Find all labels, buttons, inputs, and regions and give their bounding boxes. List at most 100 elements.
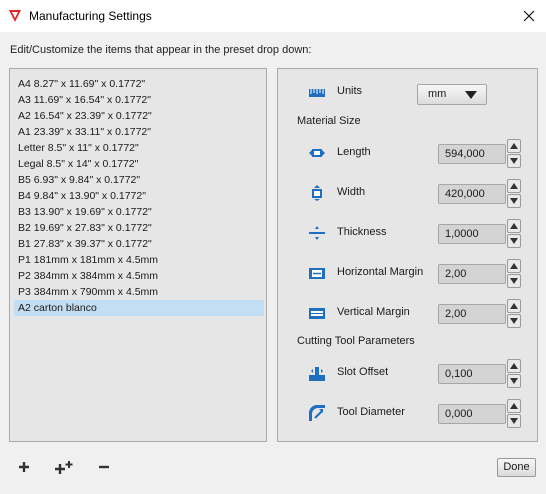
thickness-row: Thickness 1,0000	[278, 218, 537, 248]
slot-offset-label: Slot Offset	[337, 366, 389, 378]
horizontal-margin-input[interactable]: 2,00	[438, 264, 506, 284]
increment-button[interactable]	[507, 299, 521, 313]
preset-list-item[interactable]: A3 11.69" x 16.54" x 0.1772"	[14, 92, 264, 108]
arrow-up-icon	[510, 403, 518, 409]
window-title: Manufacturing Settings	[29, 9, 152, 23]
horizontal-margin-icon	[309, 268, 325, 279]
add-preset-button[interactable]	[13, 456, 35, 478]
decrement-button[interactable]	[507, 374, 521, 388]
decrement-button[interactable]	[507, 234, 521, 248]
tool-diameter-label: Tool Diameter	[337, 406, 405, 418]
preset-list-item[interactable]: B2 19.69" x 27.83" x 0.1772"	[14, 220, 264, 236]
length-label: Length	[337, 146, 371, 158]
width-label: Width	[337, 186, 366, 198]
arrow-down-icon	[510, 418, 518, 424]
slot-offset-icon	[309, 367, 325, 381]
horizontal-margin-label: Horizontal Margin	[337, 266, 424, 278]
add-icon	[19, 462, 29, 472]
thickness-stepper	[507, 219, 521, 248]
thickness-label: Thickness	[337, 226, 387, 238]
arrow-down-icon	[510, 378, 518, 384]
vertical-margin-label: Vertical Margin	[337, 306, 410, 318]
decrement-button[interactable]	[507, 414, 521, 428]
increment-button[interactable]	[507, 139, 521, 153]
decrement-button[interactable]	[507, 314, 521, 328]
preset-list-item[interactable]: A2 16.54" x 23.39" x 0.1772"	[14, 108, 264, 124]
increment-button[interactable]	[507, 219, 521, 233]
arrow-up-icon	[510, 263, 518, 269]
slot-offset-row: Slot Offset 0,100	[278, 358, 537, 388]
preset-list-item[interactable]: P3 384mm x 790mm x 4.5mm	[14, 284, 264, 300]
thickness-icon	[309, 226, 325, 240]
done-button[interactable]: Done	[497, 458, 536, 477]
arrow-down-icon	[510, 278, 518, 284]
vertical-margin-input[interactable]: 2,00	[438, 304, 506, 324]
arrow-up-icon	[510, 223, 518, 229]
preset-list-item[interactable]: A2 carton blanco	[14, 300, 264, 316]
arrow-down-icon	[510, 198, 518, 204]
length-row: Length 594,000	[278, 138, 537, 168]
width-icon	[312, 185, 322, 201]
increment-button[interactable]	[507, 259, 521, 273]
units-value: mm	[428, 88, 447, 100]
preset-list[interactable]: A4 8.27" x 11.69" x 0.1772" A3 11.69" x 1…	[14, 76, 264, 316]
width-row: Width 420,000	[278, 178, 537, 208]
remove-preset-button[interactable]	[93, 456, 115, 478]
app-logo-icon	[9, 10, 21, 22]
arrow-up-icon	[510, 303, 518, 309]
preset-list-item[interactable]: P1 181mm x 181mm x 4.5mm	[14, 252, 264, 268]
increment-button[interactable]	[507, 179, 521, 193]
horizontal-margin-stepper	[507, 259, 521, 288]
increment-button[interactable]	[507, 359, 521, 373]
units-row: Units	[278, 77, 537, 107]
tool-diameter-stepper	[507, 399, 521, 428]
arrow-down-icon	[510, 318, 518, 324]
vertical-margin-row: Vertical Margin 2,00	[278, 298, 537, 328]
width-input[interactable]: 420,000	[438, 184, 506, 204]
arrow-up-icon	[510, 143, 518, 149]
instruction-text: Edit/Customize the items that appear in …	[10, 44, 312, 56]
arrow-down-icon	[510, 158, 518, 164]
preset-list-item[interactable]: B1 27.83" x 39.37" x 0.1772"	[14, 236, 264, 252]
arrow-down-icon	[510, 238, 518, 244]
tool-diameter-input[interactable]: 0,000	[438, 404, 506, 424]
preset-list-item[interactable]: B4 9.84" x 13.90" x 0.1772"	[14, 188, 264, 204]
preset-list-item[interactable]: A1 23.39" x 33.11" x 0.1772"	[14, 124, 264, 140]
tool-diameter-icon	[309, 405, 325, 421]
add-multiple-presets-button[interactable]	[53, 456, 75, 478]
arrow-up-icon	[510, 363, 518, 369]
slot-offset-stepper	[507, 359, 521, 388]
ruler-icon	[309, 89, 325, 97]
material-size-heading: Material Size	[297, 115, 361, 127]
preset-list-item[interactable]: A4 8.27" x 11.69" x 0.1772"	[14, 76, 264, 92]
thickness-input[interactable]: 1,0000	[438, 224, 506, 244]
tool-diameter-row: Tool Diameter 0,000	[278, 398, 537, 428]
increment-button[interactable]	[507, 399, 521, 413]
preset-list-item[interactable]: Legal 8.5" x 14" x 0.1772"	[14, 156, 264, 172]
preset-list-item[interactable]: P2 384mm x 384mm x 4.5mm	[14, 268, 264, 284]
horizontal-margin-row: Horizontal Margin 2,00	[278, 258, 537, 288]
width-stepper	[507, 179, 521, 208]
arrow-up-icon	[510, 183, 518, 189]
units-select[interactable]: mm	[417, 84, 487, 105]
add-multiple-icon	[55, 461, 73, 474]
remove-icon	[99, 465, 109, 469]
decrement-button[interactable]	[507, 194, 521, 208]
close-icon	[523, 10, 535, 22]
slot-offset-input[interactable]: 0,100	[438, 364, 506, 384]
preset-list-item[interactable]: Letter 8.5" x 11" x 0.1772"	[14, 140, 264, 156]
preset-list-item[interactable]: B3 13.90" x 19.69" x 0.1772"	[14, 204, 264, 220]
preset-list-panel: A4 8.27" x 11.69" x 0.1772" A3 11.69" x 1…	[9, 68, 267, 442]
length-icon	[309, 149, 325, 157]
length-stepper	[507, 139, 521, 168]
cutting-tool-heading: Cutting Tool Parameters	[297, 335, 415, 347]
units-label: Units	[337, 85, 363, 97]
decrement-button[interactable]	[507, 154, 521, 168]
close-button[interactable]	[512, 0, 546, 32]
length-input[interactable]: 594,000	[438, 144, 506, 164]
preset-list-item[interactable]: B5 6.93" x 9.84" x 0.1772"	[14, 172, 264, 188]
chevron-down-icon	[465, 91, 477, 99]
decrement-button[interactable]	[507, 274, 521, 288]
vertical-margin-icon	[309, 308, 325, 319]
vertical-margin-stepper	[507, 299, 521, 328]
